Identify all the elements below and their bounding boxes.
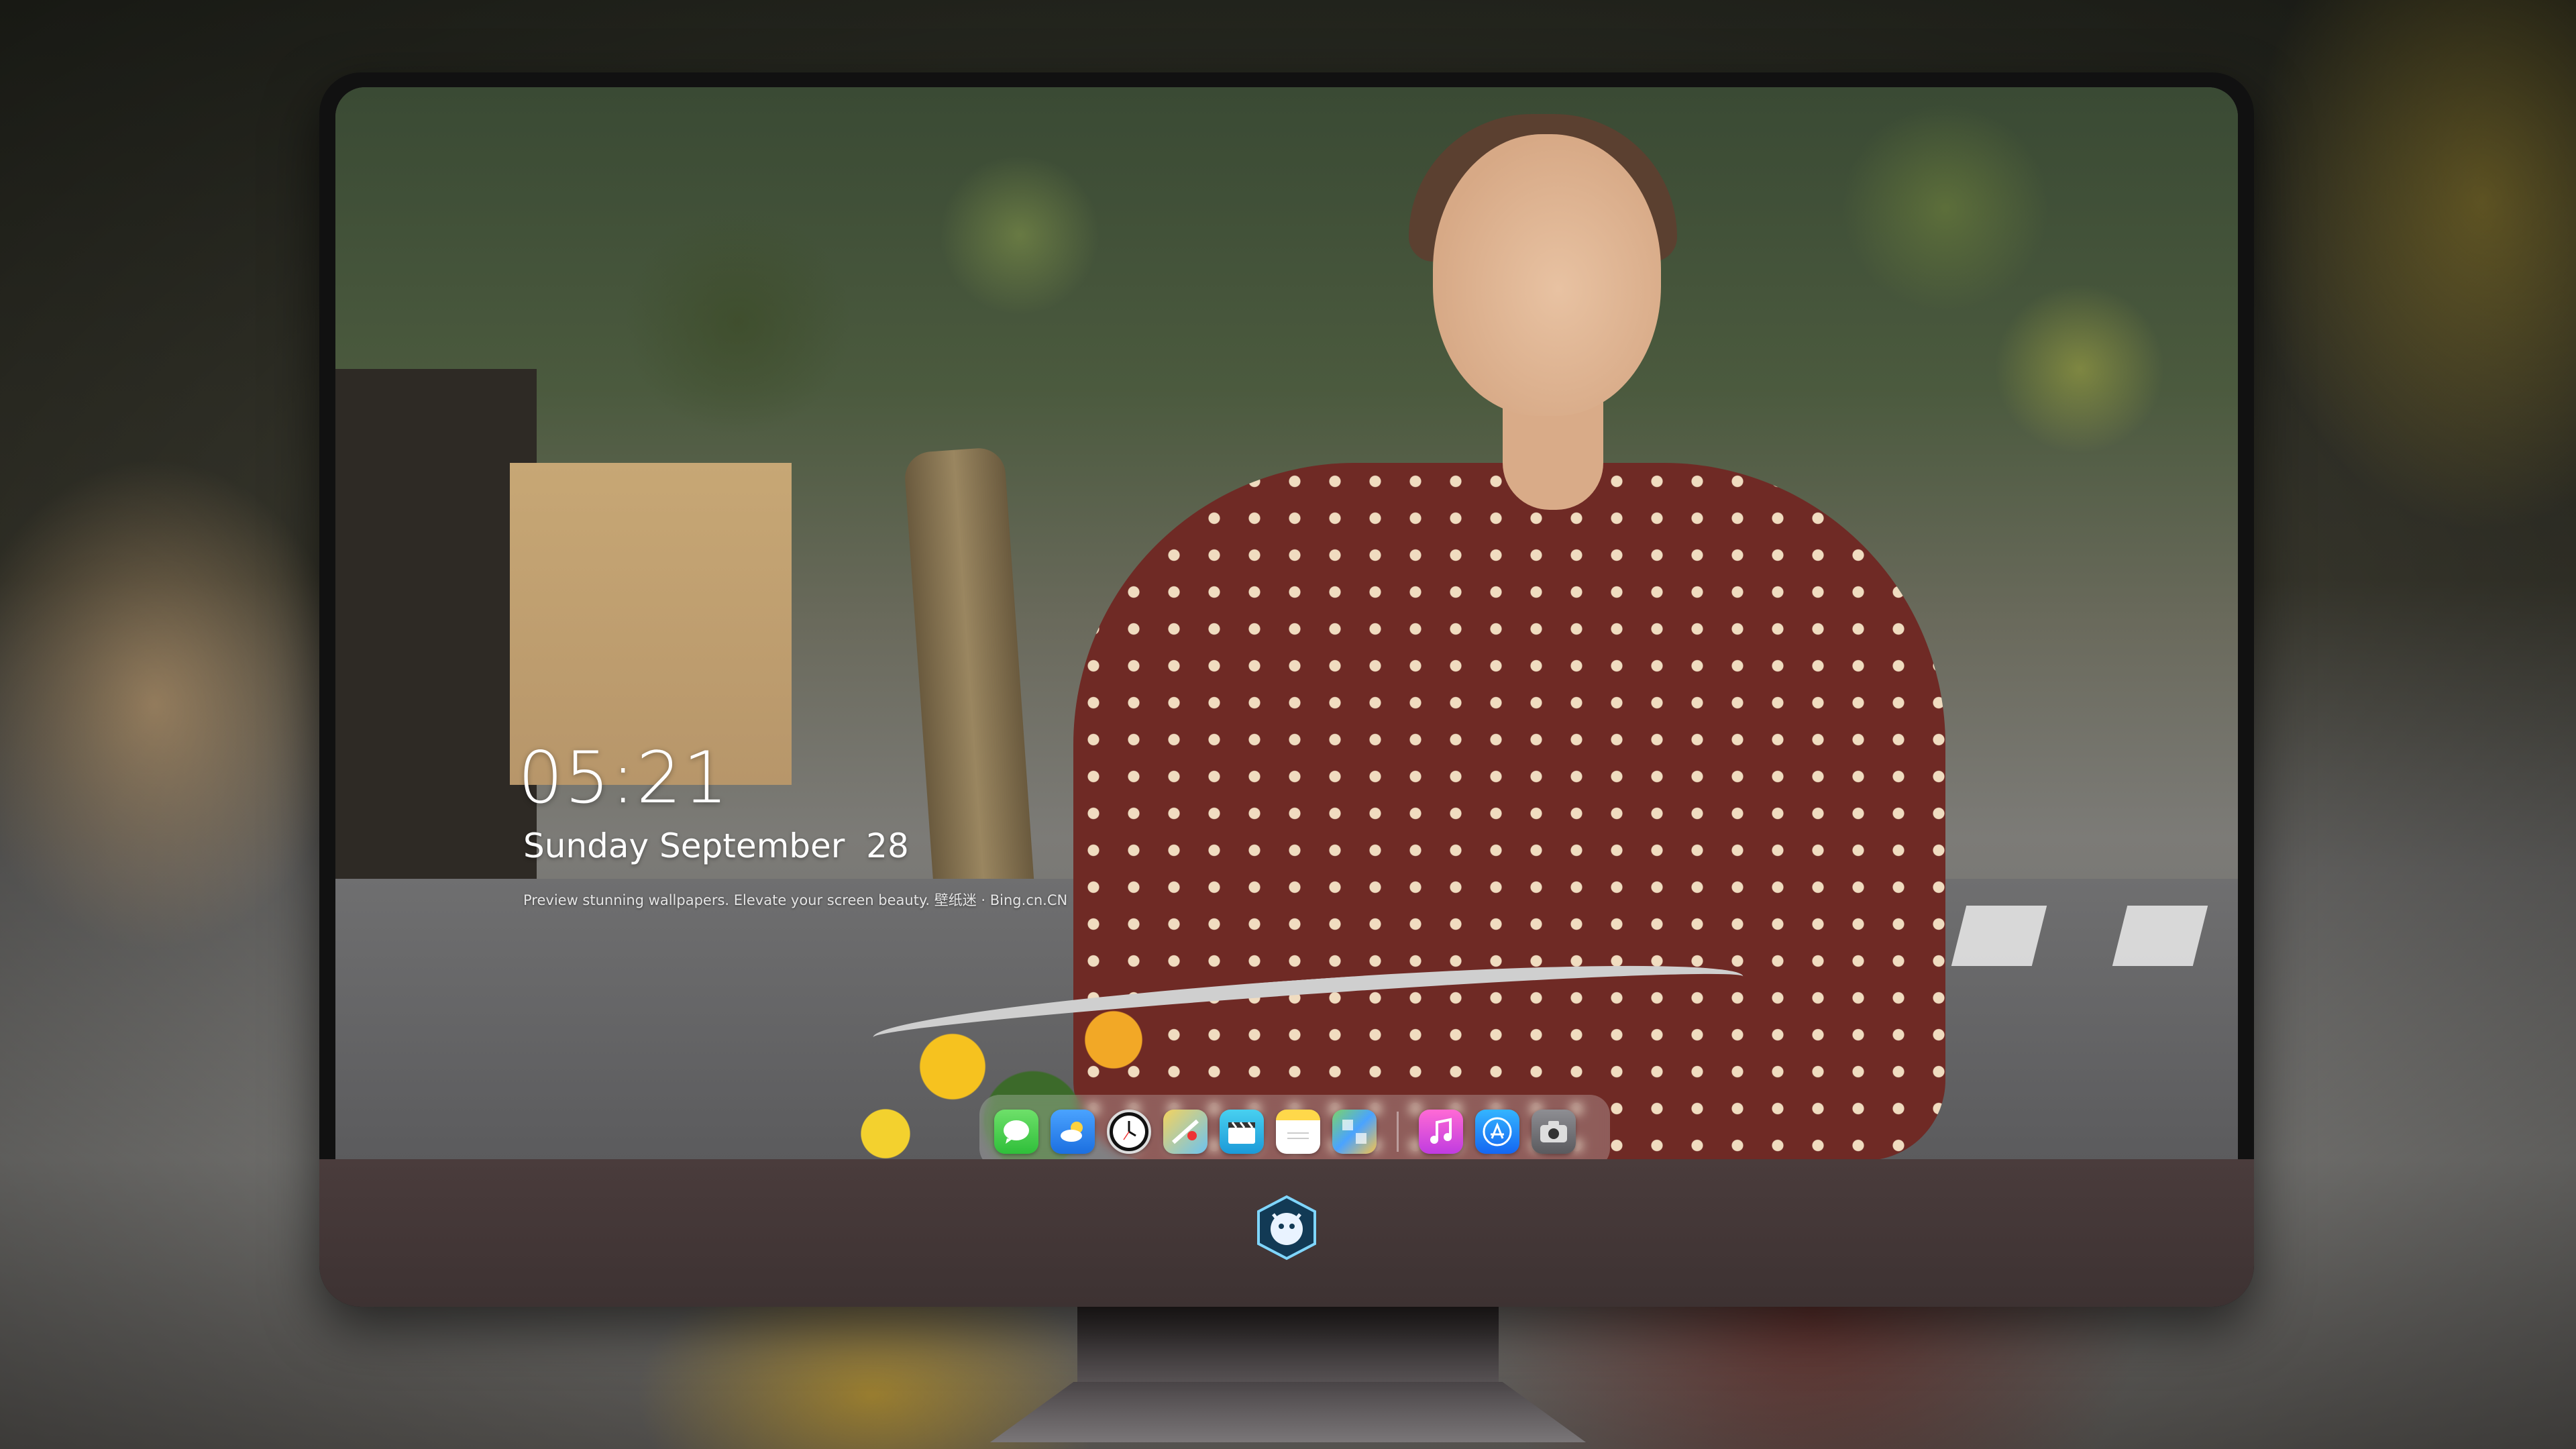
monitor-stand-neck: [1077, 1307, 1499, 1387]
dock-separator: [1397, 1112, 1399, 1152]
photos-icon[interactable]: [1332, 1110, 1377, 1154]
lockscreen-clock: 05:21: [518, 737, 730, 819]
crosswalk-stripe: [1951, 906, 2047, 966]
clock-icon[interactable]: [1107, 1110, 1151, 1154]
monitor-stand-foot: [990, 1382, 1586, 1442]
camera-icon[interactable]: [1532, 1110, 1576, 1154]
monitor-screen[interactable]: 05:21 Sunday September 28 Preview stunni…: [335, 87, 2238, 1159]
cloud-sun-icon[interactable]: [1051, 1110, 1095, 1154]
app-store-icon[interactable]: [1475, 1110, 1519, 1154]
music-note-icon[interactable]: [1419, 1110, 1463, 1154]
wallpaper: [335, 87, 2238, 1159]
crosswalk-stripe: [2112, 906, 2208, 966]
map-icon[interactable]: [1163, 1110, 1208, 1154]
wallpaper-woman-face: [1433, 134, 1661, 416]
monitor: 05:21 Sunday September 28 Preview stunni…: [319, 72, 2254, 1307]
monitor-chin: [319, 1159, 2254, 1307]
wallpaper-building-shadow: [335, 369, 537, 892]
dock: [979, 1095, 1610, 1159]
notes-icon[interactable]: [1276, 1110, 1320, 1154]
mascot-logo-icon: [1253, 1194, 1320, 1261]
clapperboard-icon[interactable]: [1220, 1110, 1264, 1154]
wallpaper-caption[interactable]: Preview stunning wallpapers. Elevate you…: [523, 890, 1067, 910]
lockscreen-date: Sunday September 28: [523, 826, 909, 865]
message-bubble-icon[interactable]: [994, 1110, 1038, 1154]
